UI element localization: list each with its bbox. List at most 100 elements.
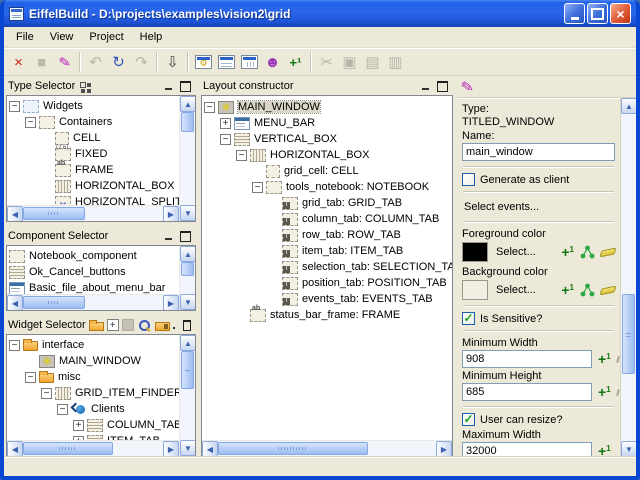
eraser-icon[interactable]: [600, 285, 617, 295]
scroll-up-icon[interactable]: ▲: [180, 246, 196, 262]
minimum-width-input[interactable]: [462, 350, 592, 368]
hierarchy-icon[interactable]: [580, 283, 595, 297]
copy-button[interactable]: ▣: [338, 51, 361, 74]
scroll-thumb[interactable]: [181, 351, 194, 389]
vertical-scrollbar[interactable]: ▲ ▼: [179, 96, 195, 221]
tree-item[interactable]: Notebook_component: [9, 248, 179, 264]
delete-button[interactable]: ×: [7, 51, 30, 74]
tree-item[interactable]: −MAIN_WINDOW: [204, 99, 452, 115]
select-events-button[interactable]: Select events...: [462, 198, 615, 216]
vertical-scrollbar[interactable]: ▲ ▼: [179, 335, 195, 456]
menu-item-help[interactable]: Help: [132, 29, 171, 45]
scroll-down-icon[interactable]: ▼: [180, 294, 196, 310]
minimize-button[interactable]: [564, 3, 585, 24]
tree-item[interactable]: −Widgets: [9, 98, 179, 114]
tree-item[interactable]: events_tab: EVENTS_TAB: [204, 291, 452, 307]
tree-item[interactable]: Basic_file_about_menu_bar: [9, 280, 179, 294]
menu-item-project[interactable]: Project: [81, 29, 131, 45]
tree-item[interactable]: HORIZONTAL_SPLIT: [9, 194, 179, 205]
undo-button[interactable]: ↶: [84, 51, 107, 74]
eraser-disabled-icon[interactable]: [616, 388, 620, 395]
eraser-icon[interactable]: [600, 247, 617, 257]
tree-item[interactable]: column_tab: COLUMN_TAB: [204, 211, 452, 227]
scroll-up-icon[interactable]: ▲: [180, 96, 196, 112]
generate-code-button[interactable]: ⇩: [161, 51, 184, 74]
scroll-down-icon[interactable]: ▼: [180, 205, 196, 221]
foreground-color-swatch[interactable]: [462, 242, 488, 262]
tree-item[interactable]: +COLUMN_TAB: [9, 417, 179, 433]
foreground-select-button[interactable]: Select...: [494, 243, 538, 261]
collapse-icon[interactable]: −: [252, 182, 263, 193]
scroll-up-icon[interactable]: ▲: [180, 335, 196, 351]
add-one-icon[interactable]: [561, 244, 574, 260]
horizontal-scrollbar[interactable]: ◀ ▶: [7, 205, 179, 221]
scroll-right-icon[interactable]: ▶: [163, 441, 179, 456]
scroll-right-icon[interactable]: ▶: [436, 441, 452, 456]
panel-maximize-button[interactable]: [180, 81, 191, 92]
tree-item[interactable]: −GRID_ITEM_FINDER: [9, 385, 179, 401]
collapse-icon[interactable]: −: [9, 101, 20, 112]
tree-item[interactable]: status_bar_frame: FRAME: [204, 307, 452, 323]
cut-button[interactable]: ✂: [315, 51, 338, 74]
scroll-down-icon[interactable]: ▼: [621, 441, 636, 457]
title-bar[interactable]: EiffelBuild - D:\projects\examples\visio…: [4, 0, 636, 27]
builder-pencil-icon[interactable]: ✎: [460, 77, 476, 97]
grid-view-icon[interactable]: [78, 80, 90, 93]
collapse-icon[interactable]: −: [57, 404, 68, 415]
tree-item[interactable]: item_tab: ITEM_TAB: [204, 243, 452, 259]
tree-item[interactable]: −VERTICAL_BOX: [204, 131, 452, 147]
tree-item[interactable]: −HORIZONTAL_BOX: [204, 147, 452, 163]
add-one-button[interactable]: +¹: [284, 51, 307, 74]
code-window-button[interactable]: [238, 51, 261, 74]
vertical-scrollbar[interactable]: ▲ ▼: [620, 98, 636, 457]
tree-item[interactable]: −misc: [9, 369, 179, 385]
collapse-icon[interactable]: −: [41, 388, 52, 399]
menu-item-view[interactable]: View: [42, 29, 82, 45]
maximum-width-input[interactable]: [462, 442, 592, 457]
panel-maximize-button[interactable]: [183, 320, 191, 331]
collapse-icon[interactable]: −: [236, 150, 247, 161]
menu-item-file[interactable]: File: [8, 29, 42, 45]
scroll-thumb[interactable]: [23, 296, 85, 309]
vertical-scrollbar[interactable]: ▲ ▼: [179, 246, 195, 310]
scroll-up-icon[interactable]: ▲: [621, 98, 636, 114]
tree-item[interactable]: FIXED: [9, 146, 179, 162]
panel-minimize-button[interactable]: [162, 230, 176, 242]
preview-window-button[interactable]: [215, 51, 238, 74]
disabled-tool-icon[interactable]: [122, 319, 134, 331]
tree-item[interactable]: −tools_notebook: NOTEBOOK: [204, 179, 452, 195]
tree-item[interactable]: MAIN_WINDOW: [9, 353, 179, 369]
tree-item[interactable]: +ITEM_TAB: [9, 433, 179, 440]
eraser-disabled-icon[interactable]: [616, 355, 620, 362]
tree-item[interactable]: HORIZONTAL_BOX: [9, 178, 179, 194]
panel-minimize-button[interactable]: [162, 80, 176, 92]
tree-item[interactable]: −interface: [9, 337, 179, 353]
tree-item[interactable]: CELL: [9, 130, 179, 146]
scroll-left-icon[interactable]: ◀: [7, 206, 23, 221]
scroll-thumb[interactable]: [181, 112, 194, 132]
collapse-icon[interactable]: −: [9, 340, 20, 351]
add-one-icon[interactable]: [561, 282, 574, 298]
expand-all-icon[interactable]: [107, 319, 119, 331]
scroll-left-icon[interactable]: ◀: [202, 441, 218, 456]
tree-item[interactable]: −Containers: [9, 114, 179, 130]
horizontal-scrollbar[interactable]: ◀ ▶: [202, 440, 452, 456]
tree-item[interactable]: position_tab: POSITION_TAB: [204, 275, 452, 291]
scroll-down-icon[interactable]: ▼: [180, 440, 196, 456]
background-select-button[interactable]: Select...: [494, 281, 538, 299]
tree-item[interactable]: +MENU_BAR: [204, 115, 452, 131]
figure-button[interactable]: ☻: [261, 51, 284, 74]
settings-window-button[interactable]: ⚙: [192, 51, 215, 74]
add-one-icon[interactable]: [598, 443, 611, 457]
scroll-thumb[interactable]: [23, 207, 85, 220]
add-one-icon[interactable]: [598, 351, 611, 367]
redo-button[interactable]: ↷: [130, 51, 153, 74]
save-button[interactable]: ■: [30, 51, 53, 74]
panel-minimize-button[interactable]: [170, 319, 179, 331]
paste-button[interactable]: ▤: [361, 51, 384, 74]
tree-item[interactable]: Ok_Cancel_buttons: [9, 264, 179, 280]
name-input[interactable]: [462, 143, 615, 161]
scroll-thumb[interactable]: [218, 442, 368, 455]
scroll-thumb[interactable]: [622, 294, 635, 374]
tree-item[interactable]: −Clients: [9, 401, 179, 417]
